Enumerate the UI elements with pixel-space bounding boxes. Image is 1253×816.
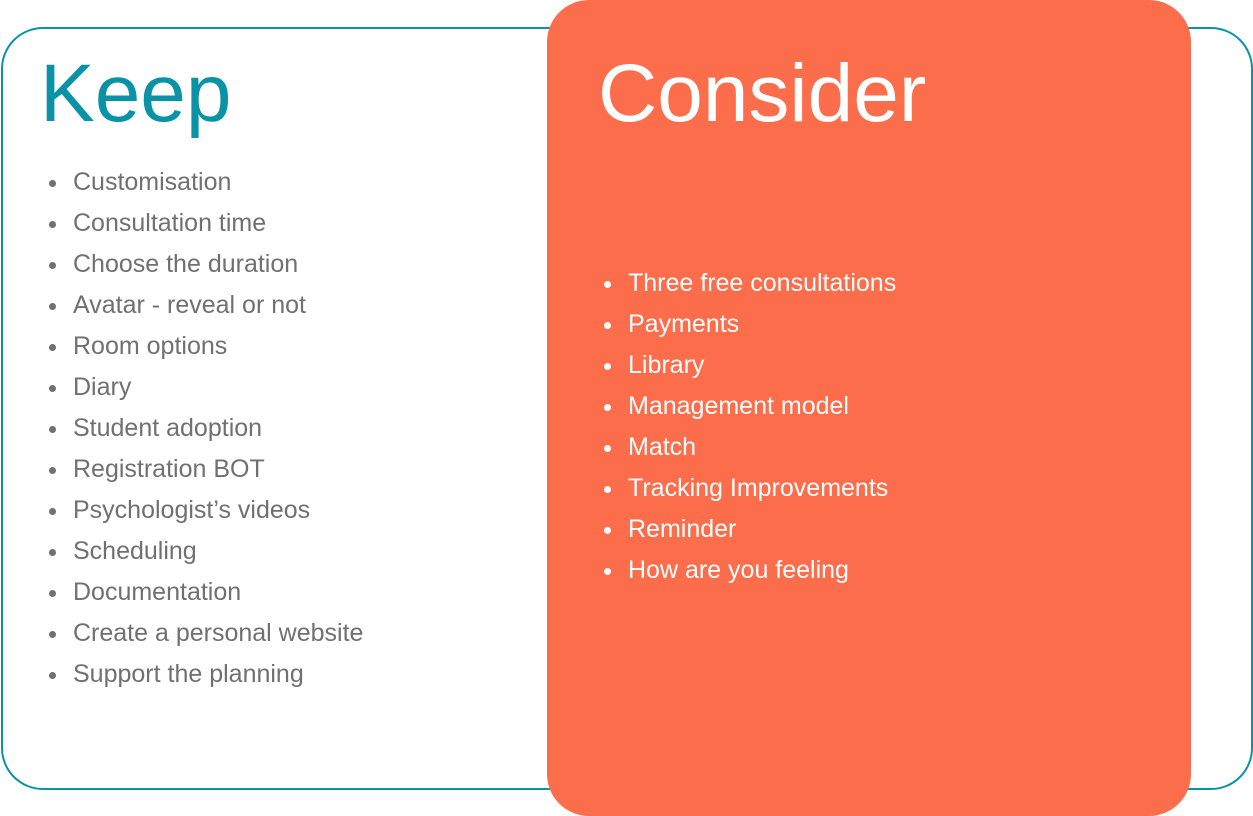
list-item: Reminder: [602, 509, 896, 550]
list-item: Create a personal website: [47, 613, 363, 654]
list-item: Avatar - reveal or not: [47, 285, 363, 326]
list-item: Scheduling: [47, 531, 363, 572]
list-item: Consultation time: [47, 203, 363, 244]
list-item: Management model: [602, 386, 896, 427]
consider-title: Consider: [598, 48, 927, 139]
list-item: Payments: [602, 304, 896, 345]
list-item: Support the planning: [47, 654, 363, 695]
list-item: Registration BOT: [47, 449, 363, 490]
list-item: Psychologist’s videos: [47, 490, 363, 531]
list-item: Choose the duration: [47, 244, 363, 285]
keep-list: Customisation Consultation time Choose t…: [47, 162, 363, 695]
list-item: Room options: [47, 326, 363, 367]
list-item: Customisation: [47, 162, 363, 203]
list-item: Three free consultations: [602, 263, 896, 304]
list-item: Library: [602, 345, 896, 386]
list-item: Diary: [47, 367, 363, 408]
list-item: Documentation: [47, 572, 363, 613]
list-item: Tracking Improvements: [602, 468, 896, 509]
keep-title: Keep: [40, 48, 232, 139]
list-item: How are you feeling: [602, 550, 896, 591]
list-item: Student adoption: [47, 408, 363, 449]
consider-list: Three free consultations Payments Librar…: [602, 263, 896, 591]
list-item: Match: [602, 427, 896, 468]
